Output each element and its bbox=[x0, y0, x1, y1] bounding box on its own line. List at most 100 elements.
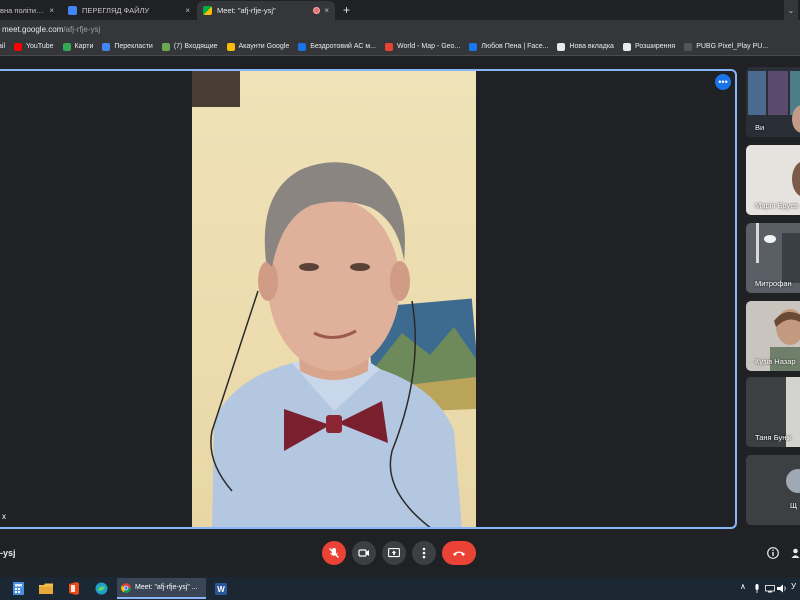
mail-icon bbox=[161, 42, 170, 51]
info-icon bbox=[767, 547, 779, 559]
google-accounts-icon bbox=[226, 42, 235, 51]
bookmark-item[interactable]: Любов Пена | Face... bbox=[469, 42, 549, 51]
participant-name: Марія Бруєв bbox=[755, 201, 799, 210]
meeting-details-button[interactable] bbox=[766, 546, 780, 560]
location-pin-icon bbox=[385, 42, 393, 51]
bookmark-item[interactable]: Карти bbox=[62, 42, 94, 51]
svg-text:W: W bbox=[217, 585, 225, 594]
folder-icon bbox=[39, 583, 53, 594]
bookmark-item[interactable]: Розширення bbox=[622, 42, 675, 51]
present-screen-icon bbox=[388, 547, 400, 557]
bookmark-site-icon bbox=[298, 42, 307, 51]
participant-video-frame bbox=[192, 71, 476, 527]
youtube-icon bbox=[14, 42, 23, 51]
chrome-icon bbox=[121, 582, 131, 593]
meet-icon bbox=[203, 6, 212, 15]
puzzle-icon bbox=[622, 42, 631, 51]
bookmark-item[interactable]: (7) Входящие bbox=[161, 42, 218, 51]
bookmark-item[interactable]: PUBG Pixel_Play PU... bbox=[684, 42, 769, 51]
edge-browser-button[interactable] bbox=[93, 580, 109, 597]
volume-icon bbox=[777, 584, 786, 593]
network-icon bbox=[765, 584, 775, 592]
close-tab-icon[interactable]: × bbox=[185, 6, 190, 15]
windows-taskbar: Meet: "afj-rfje-ysj" ... W ∧ У bbox=[0, 577, 800, 600]
mic-toggle-button[interactable] bbox=[322, 541, 346, 565]
participant-name: Щ bbox=[790, 501, 798, 510]
tab-label: вна політика ( bbox=[0, 6, 46, 15]
main-participant-name: х bbox=[2, 512, 6, 521]
tray-expand-icon[interactable]: ∧ bbox=[740, 582, 746, 591]
tray-network-icon[interactable] bbox=[765, 580, 775, 597]
tab-label: Meet: "afj-rfje-ysj" bbox=[217, 6, 276, 15]
bookmark-item[interactable]: World - Map - Geo... bbox=[385, 42, 460, 51]
leave-call-icon bbox=[453, 551, 465, 556]
calculator-app-button[interactable] bbox=[10, 580, 26, 597]
tab-file-view[interactable]: ПЕРЕГЛЯД ФАЙЛУ × bbox=[62, 1, 196, 20]
bookmark-item[interactable]: Бездротовий АС м... bbox=[298, 42, 376, 51]
camera-toggle-button[interactable] bbox=[352, 541, 376, 565]
address-bar[interactable]: meet.google.com /afj-rfje-ysj bbox=[0, 20, 800, 38]
docs-icon bbox=[68, 6, 77, 15]
bookmark-item[interactable]: Нова вкладка bbox=[557, 42, 614, 51]
browser-tab-strip: вна політика ( × ПЕРЕГЛЯД ФАЙЛУ × Meet: … bbox=[0, 0, 800, 20]
pubg-icon bbox=[684, 42, 693, 51]
tab-privacy-policy[interactable]: вна політика ( × bbox=[0, 1, 60, 20]
bookmark-label: ail bbox=[0, 43, 6, 50]
bookmark-label: YouTube bbox=[26, 43, 54, 50]
participants-button[interactable] bbox=[790, 546, 800, 560]
office-app-button[interactable] bbox=[66, 580, 82, 597]
word-icon: W bbox=[215, 582, 227, 595]
translate-icon bbox=[102, 42, 111, 51]
recording-icon bbox=[313, 7, 321, 14]
participant-tile[interactable]: Кузів Назар bbox=[746, 301, 800, 371]
bookmark-label: PUBG Pixel_Play PU... bbox=[696, 43, 769, 50]
bookmark-label: Бездротовий АС м... bbox=[310, 43, 376, 50]
bookmark-item[interactable]: Акаунти Google bbox=[226, 42, 290, 51]
bookmark-item[interactable]: Перекласти bbox=[102, 42, 153, 51]
bookmark-label: Акаунти Google bbox=[238, 43, 290, 50]
main-video-tile[interactable]: ••• х bbox=[0, 69, 737, 529]
meeting-controls: -ysj bbox=[0, 538, 800, 570]
participant-name: Таня Бунік bbox=[755, 433, 792, 442]
more-vert-icon bbox=[422, 547, 426, 559]
edge-icon bbox=[95, 582, 107, 595]
tab-label: ПЕРЕГЛЯД ФАЙЛУ bbox=[82, 6, 150, 15]
participant-thumbnail bbox=[746, 455, 800, 525]
participant-tile[interactable]: Таня Бунік bbox=[746, 377, 800, 447]
participant-tile[interactable]: Щ bbox=[746, 455, 800, 525]
tab-meet[interactable]: Meet: "afj-rfje-ysj" × bbox=[197, 1, 335, 20]
close-tab-icon[interactable]: × bbox=[49, 6, 54, 15]
word-app-button[interactable]: W bbox=[213, 580, 229, 597]
present-screen-button[interactable] bbox=[382, 541, 406, 565]
participant-name: Митрофан bbox=[755, 279, 792, 288]
maps-icon bbox=[62, 42, 71, 51]
close-tab-icon[interactable]: × bbox=[324, 6, 329, 15]
url-host: meet.google.com bbox=[2, 24, 64, 34]
microphone-icon bbox=[755, 583, 759, 593]
participant-tile[interactable]: Ви bbox=[746, 67, 800, 137]
tray-mic-icon[interactable] bbox=[752, 580, 762, 597]
url-path: /afj-rfje-ysj bbox=[63, 24, 101, 34]
bookmark-label: Любов Пена | Face... bbox=[481, 43, 549, 50]
bookmark-item[interactable]: YouTube bbox=[14, 42, 54, 51]
participant-name: Кузів Назар bbox=[755, 357, 796, 366]
facebook-icon bbox=[469, 42, 478, 51]
leave-call-button[interactable] bbox=[442, 541, 476, 565]
new-tab-button[interactable]: + bbox=[343, 3, 350, 17]
bookmark-label: Нова вкладка bbox=[569, 43, 614, 50]
calculator-icon bbox=[12, 582, 24, 595]
participant-tile[interactable]: Митрофан bbox=[746, 223, 800, 293]
bookmark-label: Карти bbox=[74, 43, 94, 50]
more-options-button[interactable] bbox=[412, 541, 436, 565]
active-window-title: Meet: "afj-rfje-ysj" ... bbox=[135, 584, 198, 591]
tab-search-button[interactable]: ⌄ bbox=[784, 0, 798, 20]
bookmarks-bar: ail YouTube Карти Перекласти (7) Входящие Ака… bbox=[0, 38, 800, 56]
bookmark-item[interactable]: ail bbox=[0, 43, 5, 50]
participant-tile[interactable]: Марія Бруєв bbox=[746, 145, 800, 215]
tray-volume-icon[interactable] bbox=[777, 580, 787, 597]
language-indicator[interactable]: У bbox=[791, 582, 796, 591]
more-options-icon[interactable]: ••• bbox=[715, 74, 731, 90]
meeting-code: -ysj bbox=[0, 548, 16, 558]
file-explorer-button[interactable] bbox=[38, 580, 54, 597]
chrome-window-button[interactable]: Meet: "afj-rfje-ysj" ... bbox=[117, 578, 206, 599]
